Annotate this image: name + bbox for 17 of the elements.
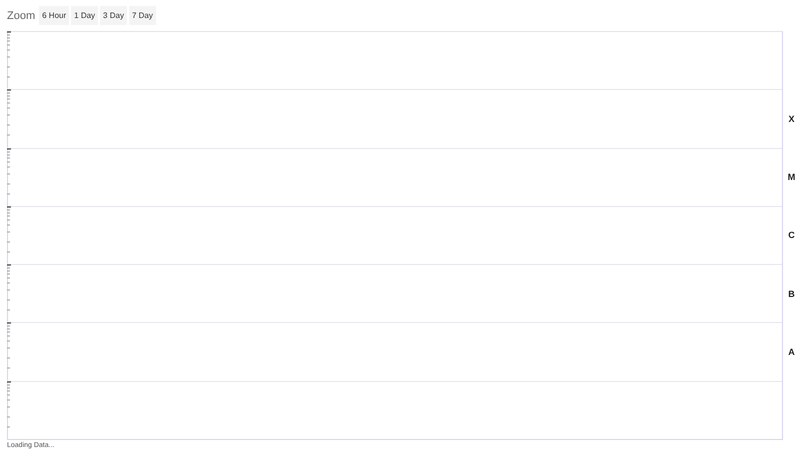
axis-ticks-drawing	[7, 380, 12, 429]
flux-class-label: B	[788, 288, 795, 299]
axis-ticks-drawing	[7, 206, 12, 254]
zoom-label: Zoom	[7, 10, 36, 22]
flux-class-label: X	[788, 114, 794, 124]
flux-class-label: A	[788, 347, 795, 358]
axis-ticks-drawing	[7, 322, 12, 370]
zoom-button[interactable]: 1 Day	[71, 6, 98, 25]
flux-class-label: C	[788, 230, 795, 240]
axis-ticks-drawing	[7, 264, 12, 312]
axis-ticks-drawing	[7, 31, 12, 79]
zoom-button[interactable]: 3 Day	[100, 6, 127, 25]
axis-ticks-drawing	[7, 89, 12, 138]
zoom-button[interactable]: 7 Day	[128, 6, 156, 25]
zoom-button[interactable]: 6 Hour	[39, 6, 70, 25]
axis-ticks-drawing	[7, 148, 12, 196]
flux-class-label: M	[788, 172, 796, 182]
